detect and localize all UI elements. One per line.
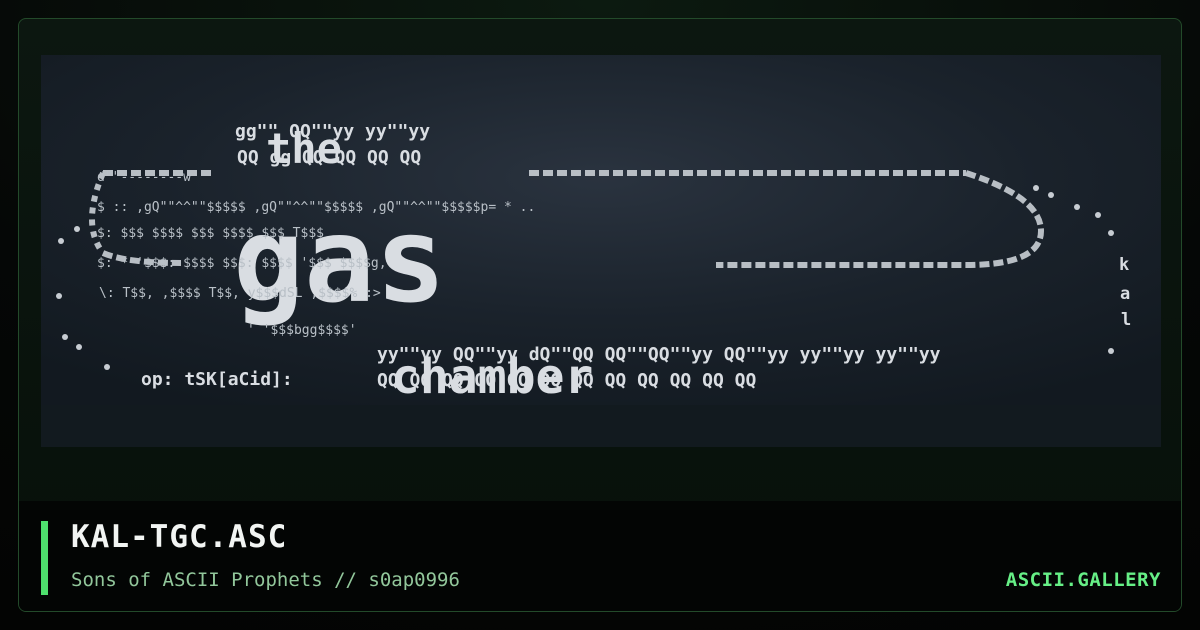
ascii-credit-line: op: tSK[aCid]:	[141, 369, 293, 390]
card-frame: gg"" QQ""yy yy""yy QQ gg QQ QQ QQ QQ the	[18, 18, 1182, 612]
brand-label: ASCII.GALLERY	[1005, 569, 1161, 591]
ascii-chamber-word: chamber	[391, 349, 593, 405]
artist-subtitle: Sons of ASCII Prophets // s0ap0996	[71, 569, 460, 591]
ascii-row-1: d""--------w	[97, 170, 191, 185]
side-letter-a: a	[1120, 284, 1130, 304]
ascii-row-3: $: $$$ $$$$ $$$ $$$$ $$$ T$$$	[97, 226, 324, 241]
ascii-row-5: \: T$$, ,$$$$ T$$, y$$$dSL ,$$$$% :>	[99, 286, 381, 301]
ascii-row-6: ' '$$$bgg$$$$'	[247, 323, 357, 338]
ascii-row-4: $: * '$$$: $$$$ $$$: $$$$ '$$$ $$$$g,	[97, 256, 387, 271]
ascii-row-2: $ :: ,gQ""^^""$$$$$ ,gQ""^^""$$$$$ ,gQ""…	[97, 200, 535, 215]
ascii-art-svg: gg"" QQ""yy yy""yy QQ gg QQ QQ QQ QQ the	[56, 121, 1131, 405]
side-letter-l: l	[1121, 310, 1131, 330]
page: gg"" QQ""yy yy""yy QQ gg QQ QQ QQ QQ the	[0, 0, 1200, 630]
ascii-the-word: the	[266, 124, 342, 173]
file-title: KAL-TGC.ASC	[71, 519, 288, 555]
side-letter-k: k	[1119, 255, 1129, 275]
card-footer: KAL-TGC.ASC Sons of ASCII Prophets // s0…	[19, 501, 1181, 611]
ascii-art-preview: gg"" QQ""yy yy""yy QQ gg QQ QQ QQ QQ the	[41, 55, 1161, 447]
accent-bar	[41, 521, 48, 595]
